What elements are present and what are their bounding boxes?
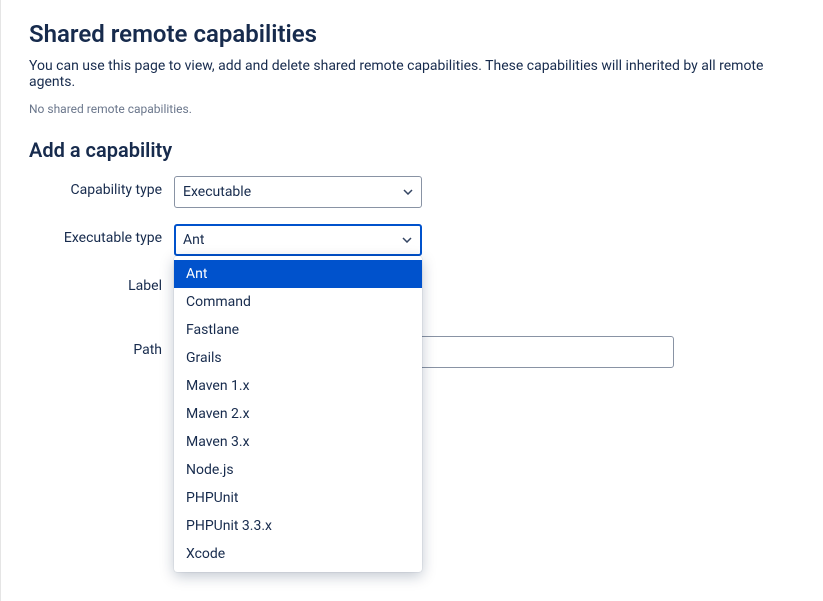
dropdown-option[interactable]: Xcode <box>174 540 422 568</box>
capability-type-select[interactable]: Executable <box>174 176 422 208</box>
page-description: You can use this page to view, add and d… <box>29 58 795 90</box>
chevron-down-icon <box>403 189 413 195</box>
executable-type-label: Executable type <box>29 224 174 246</box>
dropdown-option[interactable]: Ant <box>174 260 422 288</box>
executable-type-value: Ant <box>183 232 204 248</box>
label-field-label: Label <box>29 272 174 294</box>
path-field-label: Path <box>29 336 174 358</box>
capability-type-label: Capability type <box>29 176 174 198</box>
chevron-down-icon <box>402 237 412 243</box>
dropdown-option[interactable]: Maven 3.x <box>174 428 422 456</box>
section-title: Add a capability <box>29 138 795 162</box>
dropdown-option[interactable]: Node.js <box>174 456 422 484</box>
dropdown-option[interactable]: PHPUnit 3.3.x <box>174 512 422 540</box>
dropdown-option[interactable]: Maven 1.x <box>174 372 422 400</box>
executable-type-dropdown[interactable]: AntCommandFastlaneGrailsMaven 1.xMaven 2… <box>174 256 422 572</box>
dropdown-option[interactable]: Command <box>174 288 422 316</box>
capability-type-value: Executable <box>183 184 251 200</box>
dropdown-option[interactable]: PHPUnit <box>174 484 422 512</box>
executable-type-select[interactable]: Ant <box>174 224 422 256</box>
dropdown-option[interactable]: Maven 2.x <box>174 400 422 428</box>
page-title: Shared remote capabilities <box>29 20 795 48</box>
dropdown-option[interactable]: Grails <box>174 344 422 372</box>
empty-state-text: No shared remote capabilities. <box>29 102 795 116</box>
dropdown-option[interactable]: Fastlane <box>174 316 422 344</box>
